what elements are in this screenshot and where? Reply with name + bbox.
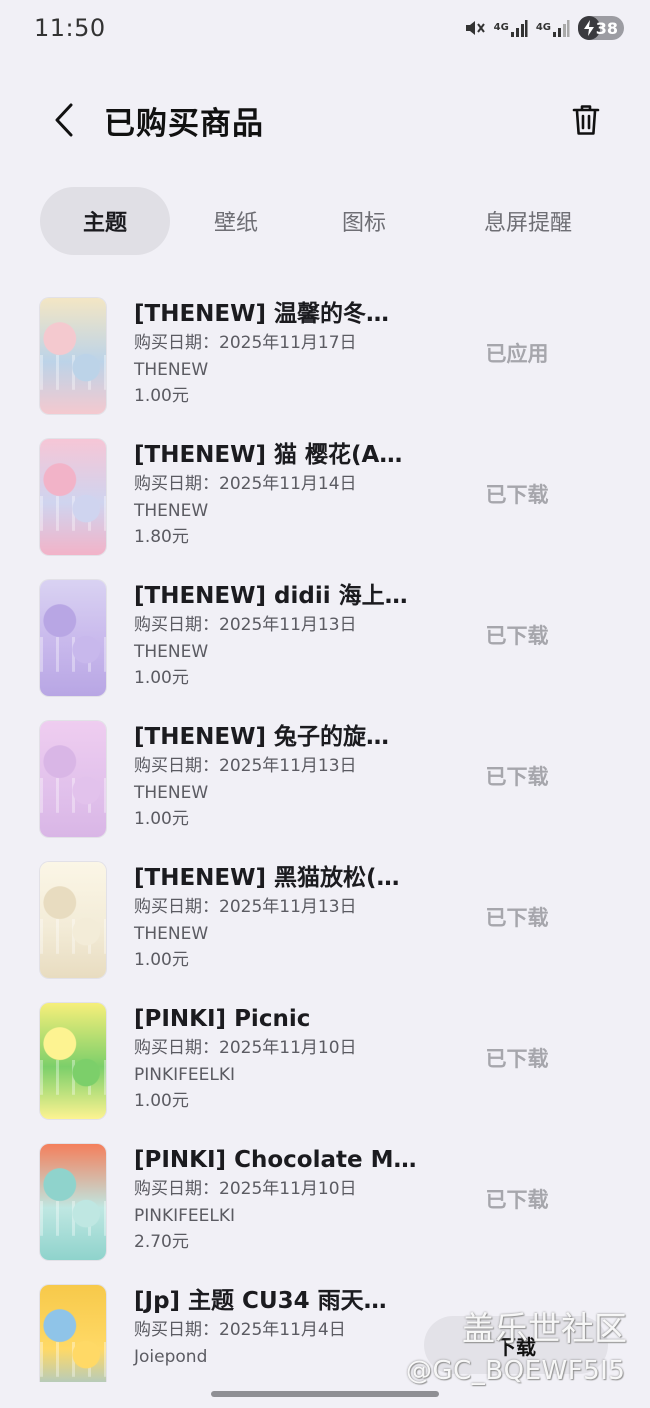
theme-thumbnail: [40, 721, 106, 837]
item-title: [THENEW] 兔子的旋…: [134, 724, 390, 750]
battery-charging-icon: 38: [578, 16, 624, 40]
chevron-left-icon: [55, 103, 73, 137]
purchase-date: 购买日期：2025年11月17日: [134, 333, 357, 353]
theme-thumbnail: [40, 580, 106, 696]
status-label: 已应用: [485, 342, 549, 366]
signal-icon: 4G: [494, 18, 528, 38]
watermark-text: 盖乐世社区: [462, 1309, 627, 1348]
purchase-date: 购买日期：2025年11月10日: [134, 1179, 357, 1199]
network-type-label: 4G: [535, 22, 551, 33]
purchased-list: [THENEW] 温馨的冬… 购买日期：2025年11月17日 THENEW 1…: [0, 282, 650, 1382]
item-author: THENEW: [134, 923, 209, 944]
battery-level: 38: [595, 18, 618, 38]
list-item[interactable]: [THENEW] 猫 樱花(A… 购买日期：2025年11月14日 THENEW…: [0, 423, 650, 564]
list-item[interactable]: [PINKI] Picnic 购买日期：2025年11月10日 PINKIFEE…: [0, 987, 650, 1128]
item-price: 1.00元: [134, 950, 189, 970]
theme-thumbnail: [40, 1285, 106, 1382]
item-price: 2.70元: [134, 1232, 189, 1252]
tab-themes[interactable]: 主题: [40, 187, 170, 255]
item-price: 1.00元: [134, 668, 189, 688]
item-title: [THENEW] 温馨的冬…: [134, 301, 390, 327]
purchase-date: 购买日期：2025年11月14日: [134, 474, 357, 494]
status-bar: 11:50 4G 4G 38: [0, 0, 650, 60]
list-item[interactable]: [THENEW] didii 海上… 购买日期：2025年11月13日 THEN…: [0, 564, 650, 705]
list-item[interactable]: [THENEW] 黑猫放松(… 购买日期：2025年11月13日 THENEW …: [0, 846, 650, 987]
list-item[interactable]: [PINKI] Chocolate M… 购买日期：2025年11月10日 PI…: [0, 1128, 650, 1269]
status-icons: 4G 4G 38: [464, 16, 624, 40]
status-label: 已下载: [485, 624, 549, 648]
item-title: [THENEW] didii 海上…: [134, 583, 408, 609]
delete-button[interactable]: [566, 98, 606, 142]
status-label: 已下载: [485, 765, 549, 789]
item-title: [THENEW] 猫 樱花(A…: [134, 442, 403, 468]
tab-icons[interactable]: 图标: [308, 187, 420, 255]
tab-wallpapers[interactable]: 壁纸: [180, 187, 292, 255]
theme-thumbnail: [40, 298, 106, 414]
watermark-handle: @GC_BQEWF5I5: [406, 1356, 626, 1386]
status-time: 11:50: [34, 14, 106, 42]
purchase-date: 购买日期：2025年11月10日: [134, 1038, 357, 1058]
item-author: PINKIFEELKI: [134, 1205, 236, 1226]
status-label: 已下载: [485, 483, 549, 507]
item-price: 1.80元: [134, 527, 189, 547]
item-price: 1.00元: [134, 1091, 189, 1111]
item-author: THENEW: [134, 641, 209, 662]
item-price: 1.00元: [134, 809, 189, 829]
list-item[interactable]: [THENEW] 温馨的冬… 购买日期：2025年11月17日 THENEW 1…: [0, 282, 650, 423]
theme-thumbnail: [40, 439, 106, 555]
page-title: 已购买商品: [104, 106, 264, 142]
item-title: [PINKI] Picnic: [134, 1006, 311, 1032]
item-author: THENEW: [134, 782, 209, 803]
purchase-date: 购买日期：2025年11月13日: [134, 897, 357, 917]
item-author: THENEW: [134, 500, 209, 521]
item-author: Joiepond: [134, 1346, 208, 1367]
header: 已购买商品: [0, 90, 650, 150]
item-author: PINKIFEELKI: [134, 1064, 236, 1085]
item-title: [PINKI] Chocolate M…: [134, 1147, 417, 1173]
theme-thumbnail: [40, 1144, 106, 1260]
category-tabs: 主题 壁纸 图标 息屏提醒: [40, 187, 620, 255]
network-type-label: 4G: [493, 22, 509, 33]
theme-thumbnail: [40, 862, 106, 978]
trash-icon: [572, 105, 600, 135]
status-label: 已下载: [485, 1188, 549, 1212]
status-label: 已下载: [485, 1047, 549, 1071]
tab-always-on-display[interactable]: 息屏提醒: [448, 187, 608, 255]
status-label: 已下载: [485, 906, 549, 930]
mute-icon: [464, 18, 486, 38]
item-title: [Jp] 主题 CU34 雨天…: [134, 1288, 387, 1314]
item-author: THENEW: [134, 359, 209, 380]
home-indicator[interactable]: [211, 1391, 439, 1397]
back-button[interactable]: [44, 98, 84, 142]
purchase-date: 购买日期：2025年11月13日: [134, 615, 357, 635]
theme-thumbnail: [40, 1003, 106, 1119]
purchase-date: 购买日期：2025年11月13日: [134, 756, 357, 776]
item-title: [THENEW] 黑猫放松(…: [134, 865, 400, 891]
item-price: 1.00元: [134, 386, 189, 406]
purchase-date: 购买日期：2025年11月4日: [134, 1320, 346, 1340]
list-item[interactable]: [THENEW] 兔子的旋… 购买日期：2025年11月13日 THENEW 1…: [0, 705, 650, 846]
signal-icon: 4G: [536, 18, 570, 38]
